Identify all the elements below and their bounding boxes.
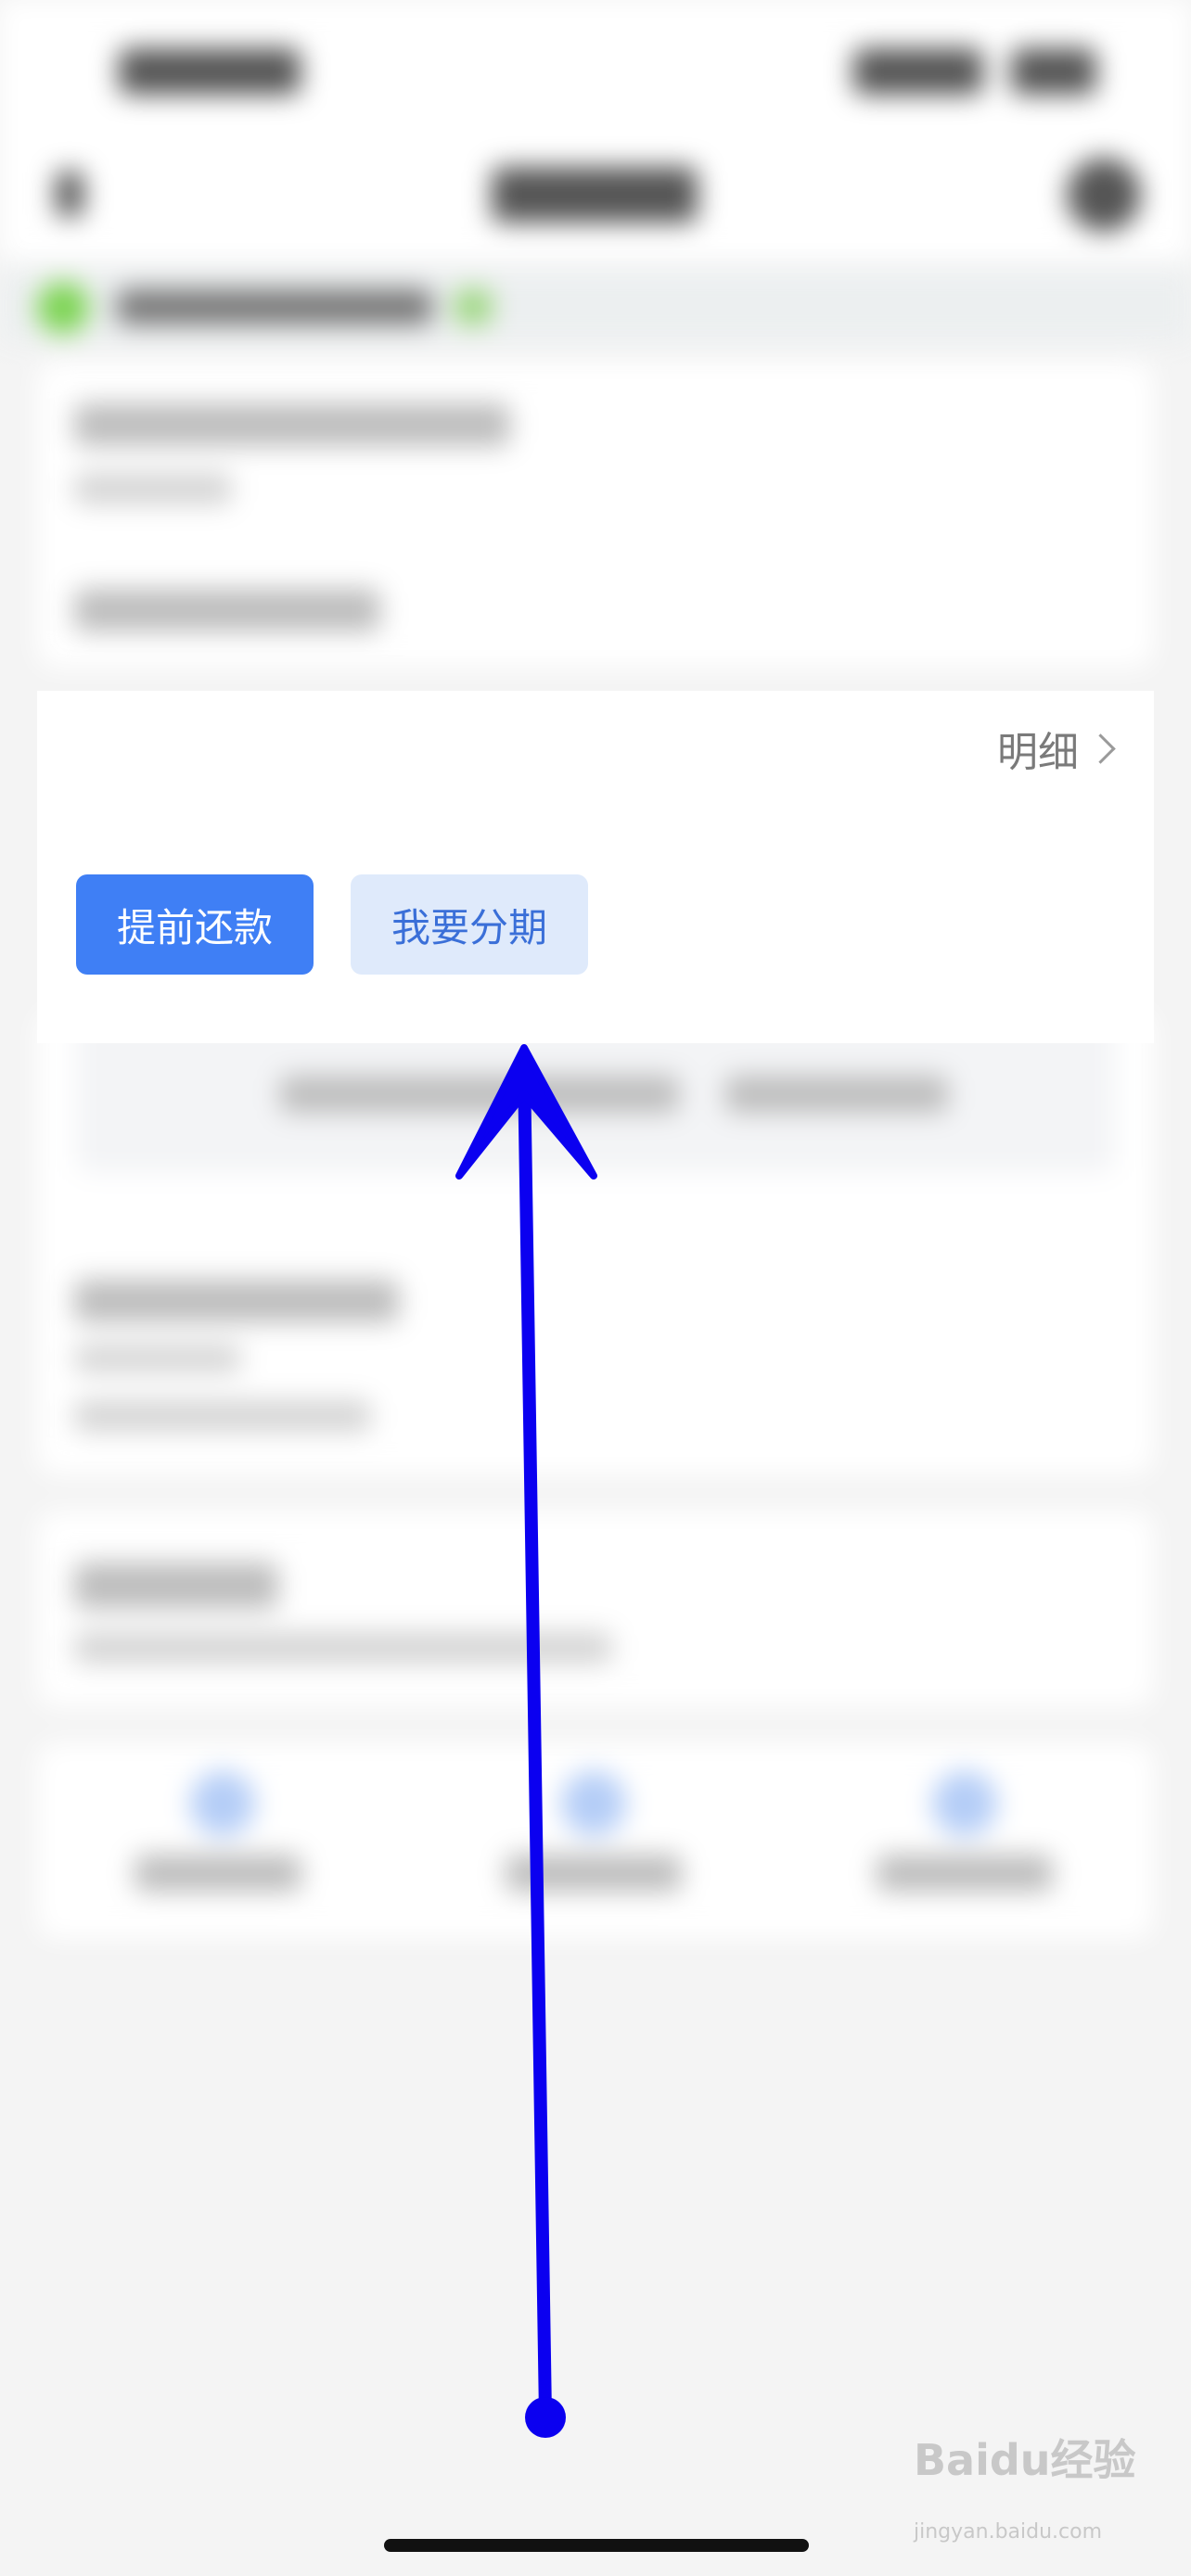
arrow-start-dot: [525, 2397, 566, 2438]
arrow-shaft: [518, 1060, 552, 2422]
watermark-domain: jingyan.baidu.com: [914, 2520, 1103, 2544]
swipe-up-arrow-icon: [455, 1044, 597, 2438]
watermark-brand: Baidu经验: [914, 2435, 1136, 2485]
home-indicator[interactable]: [384, 2539, 809, 2552]
